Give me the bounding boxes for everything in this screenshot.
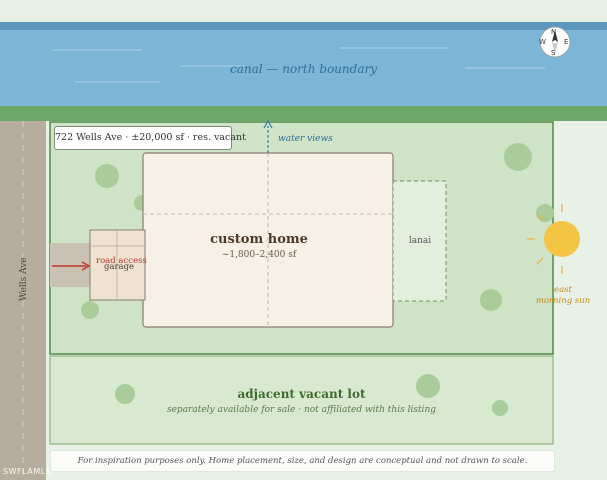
tree bbox=[81, 301, 99, 319]
tree bbox=[504, 143, 532, 171]
garage-label: garage bbox=[103, 262, 135, 272]
shoreline-grass bbox=[0, 106, 607, 121]
tree bbox=[95, 164, 119, 188]
sun-east-label: east bbox=[554, 285, 572, 295]
compass-e-label: E bbox=[564, 38, 569, 46]
adjacent-lot-subtitle: separately available for sale · not affi… bbox=[166, 405, 436, 415]
lanai-label: lanai bbox=[408, 236, 432, 246]
street-label: Wells Ave bbox=[19, 257, 29, 301]
water-views-label: water views bbox=[278, 134, 333, 144]
tree bbox=[480, 289, 502, 311]
sun-morning-label: morning sun bbox=[535, 296, 591, 306]
watermark: SWFLAMLS bbox=[3, 467, 52, 476]
compass-w-label: W bbox=[539, 38, 546, 46]
home-size: ~1,800–2,400 sf bbox=[221, 250, 297, 260]
tree bbox=[536, 204, 554, 222]
disclaimer: For inspiration purposes only. Home plac… bbox=[50, 450, 555, 472]
compass-n-label: N bbox=[551, 28, 557, 36]
adjacent-lot-title: adjacent vacant lot bbox=[237, 387, 366, 401]
compass-s-label: S bbox=[551, 49, 556, 57]
canal-label: canal — north boundary bbox=[230, 62, 377, 76]
home-title: custom home bbox=[210, 232, 308, 247]
address-label: 722 Wells Ave · ±20,000 sf · res. vacant bbox=[54, 126, 246, 150]
canal-edge bbox=[0, 22, 607, 30]
driveway bbox=[50, 243, 90, 287]
